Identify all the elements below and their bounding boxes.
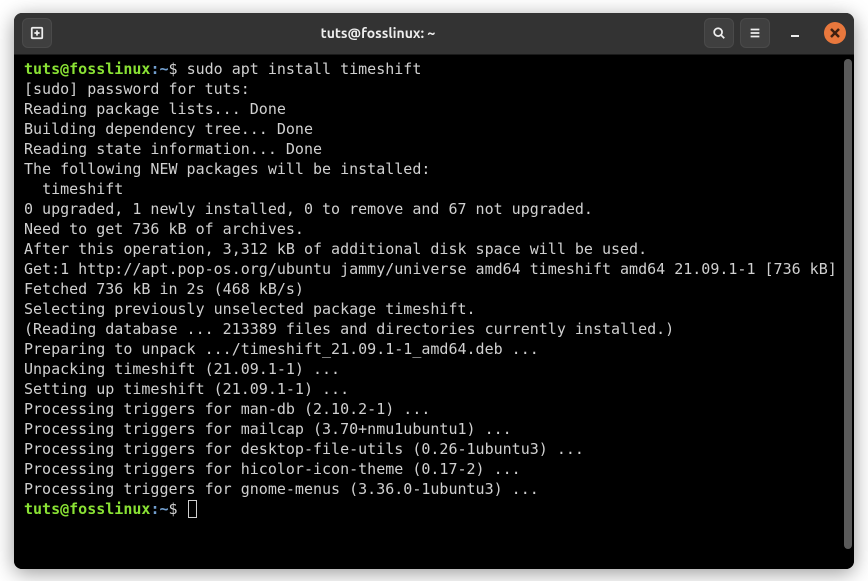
menu-button[interactable]: [740, 18, 770, 48]
output-line: Preparing to unpack .../timeshift_21.09.…: [24, 339, 846, 359]
output-line: Setting up timeshift (21.09.1-1) ...: [24, 379, 846, 399]
output-line: Processing triggers for gnome-menus (3.3…: [24, 479, 846, 499]
output-line: timeshift: [24, 179, 846, 199]
output-line: (Reading database ... 213389 files and d…: [24, 319, 846, 339]
new-tab-button[interactable]: [22, 18, 52, 48]
titlebar: tuts@fosslinux: ~: [14, 13, 854, 55]
prompt-user-host: tuts@fosslinux: [24, 500, 150, 518]
prompt-path: ~: [159, 500, 168, 518]
output-line: 0 upgraded, 1 newly installed, 0 to remo…: [24, 199, 846, 219]
prompt-user-host: tuts@fosslinux: [24, 60, 150, 78]
output-line: Unpacking timeshift (21.09.1-1) ...: [24, 359, 846, 379]
prompt-path: ~: [159, 60, 168, 78]
hamburger-icon: [748, 26, 762, 40]
output-line: Get:1 http://apt.pop-os.org/ubuntu jammy…: [24, 259, 846, 279]
output-line: Processing triggers for mailcap (3.70+nm…: [24, 419, 846, 439]
output-line: Processing triggers for man-db (2.10.2-1…: [24, 399, 846, 419]
minimize-button[interactable]: [784, 22, 806, 44]
output-line: Reading state information... Done: [24, 139, 846, 159]
output-line: Fetched 736 kB in 2s (468 kB/s): [24, 279, 846, 299]
scrollbar[interactable]: [844, 59, 852, 549]
output-line: Need to get 736 kB of archives.: [24, 219, 846, 239]
close-icon: [830, 28, 840, 38]
search-icon: [712, 26, 726, 40]
prompt-symbol: $: [169, 500, 178, 518]
output-line: Building dependency tree... Done: [24, 119, 846, 139]
minimize-icon: [789, 27, 801, 39]
window-title: tuts@fosslinux: ~: [52, 25, 704, 41]
output-line: The following NEW packages will be insta…: [24, 159, 846, 179]
output-line: Reading package lists... Done: [24, 99, 846, 119]
output-line: After this operation, 3,312 kB of additi…: [24, 239, 846, 259]
terminal-window: tuts@fosslinux: ~ tuts@fosslinux:~$ sudo…: [14, 13, 854, 569]
new-tab-icon: [30, 26, 44, 40]
search-button[interactable]: [704, 18, 734, 48]
output-line: Selecting previously unselected package …: [24, 299, 846, 319]
cursor: [188, 500, 197, 518]
prompt-symbol: $: [169, 60, 178, 78]
prompt-line-2: tuts@fosslinux:~$: [24, 499, 846, 519]
output-line: Processing triggers for hicolor-icon-the…: [24, 459, 846, 479]
prompt-line: tuts@fosslinux:~$ sudo apt install times…: [24, 59, 846, 79]
terminal-content[interactable]: tuts@fosslinux:~$ sudo apt install times…: [14, 55, 854, 569]
command-text: sudo apt install timeshift: [187, 60, 422, 78]
output-line: [sudo] password for tuts:: [24, 79, 846, 99]
output-line: Processing triggers for desktop-file-uti…: [24, 439, 846, 459]
close-button[interactable]: [824, 22, 846, 44]
